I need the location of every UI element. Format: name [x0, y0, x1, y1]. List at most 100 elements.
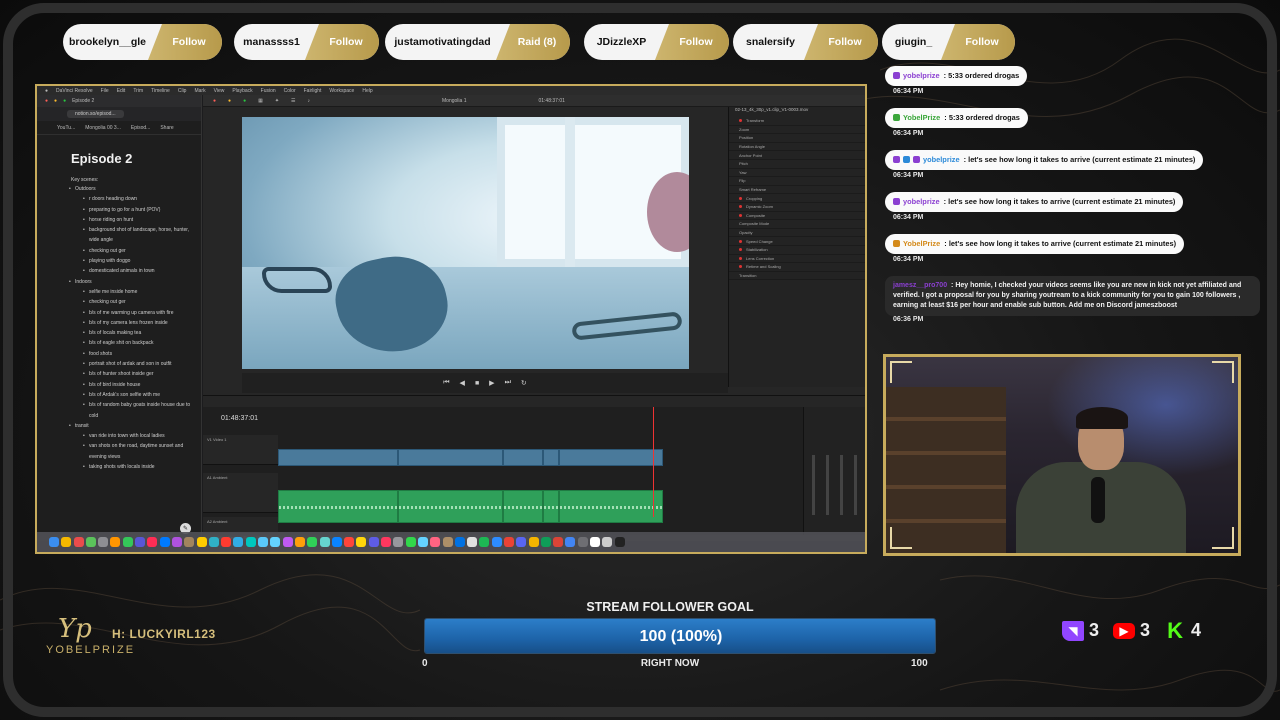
dock-app-icon[interactable]	[393, 537, 404, 547]
bookmark[interactable]: Mongolia 00 3...	[85, 125, 121, 131]
chat-username[interactable]: yobelprize	[903, 197, 940, 206]
menu-item[interactable]: Mark	[194, 88, 205, 94]
inspector-row[interactable]: Rotation Angle	[729, 143, 865, 152]
menu-item[interactable]: Timeline	[151, 88, 170, 94]
menu-item[interactable]: DaVinci Resolve	[56, 88, 93, 94]
inspector-row[interactable]: Opacity	[729, 229, 865, 238]
dock-app-icon[interactable]	[61, 537, 72, 547]
dock-app-icon[interactable]	[553, 537, 564, 547]
track-header-a1[interactable]: A1 Ambient	[203, 473, 278, 513]
dock-app-icon[interactable]	[528, 537, 539, 547]
dock-app-icon[interactable]	[85, 537, 96, 547]
bookmark[interactable]: YouTu...	[57, 125, 75, 131]
dock-app-icon[interactable]	[442, 537, 453, 547]
bookmark[interactable]: Episod...	[131, 125, 150, 131]
audio-clip[interactable]	[559, 490, 663, 523]
dock-app-icon[interactable]	[565, 537, 576, 547]
video-clip[interactable]	[543, 449, 559, 466]
dock-app-icon[interactable]	[614, 537, 625, 547]
inspector-row[interactable]: Composite Mode	[729, 220, 865, 229]
dock-app-icon[interactable]	[221, 537, 232, 547]
menu-item[interactable]: Edit	[117, 88, 126, 94]
effects-button[interactable]: ✦	[275, 98, 279, 104]
menu-item[interactable]: View	[214, 88, 225, 94]
inspector-row[interactable]: Retime and Scaling	[729, 263, 865, 272]
dock-app-icon[interactable]	[208, 537, 219, 547]
dock-app-icon[interactable]	[368, 537, 379, 547]
track-header-v1[interactable]: V1 Video 1	[203, 435, 278, 465]
dock-app-icon[interactable]	[196, 537, 207, 547]
dock-app-icon[interactable]	[467, 537, 478, 547]
chat-username[interactable]: YobelPrize	[903, 113, 940, 122]
play-reverse-icon[interactable]: ◀	[460, 379, 465, 387]
sound-library-button[interactable]: ♪	[308, 98, 311, 104]
dock-app-icon[interactable]	[381, 537, 392, 547]
dock-app-icon[interactable]	[491, 537, 502, 547]
inspector-row[interactable]: Position	[729, 134, 865, 143]
dock-app-icon[interactable]	[73, 537, 84, 547]
menu-item[interactable]: Trim	[133, 88, 143, 94]
dock-app-icon[interactable]	[270, 537, 281, 547]
inspector-row[interactable]: Cropping	[729, 194, 865, 203]
mixer-fader[interactable]	[826, 455, 829, 515]
dock-app-icon[interactable]	[479, 537, 490, 547]
audio-clip[interactable]	[503, 490, 543, 523]
dock-app-icon[interactable]	[344, 537, 355, 547]
playhead[interactable]	[653, 407, 654, 517]
dock-app-icon[interactable]	[184, 537, 195, 547]
apple-icon[interactable]: ●	[45, 88, 48, 94]
dock-app-icon[interactable]	[417, 537, 428, 547]
inspector-row[interactable]: Speed Change	[729, 237, 865, 246]
browser-tab[interactable]: Episode 2	[72, 98, 94, 104]
dock-app-icon[interactable]	[602, 537, 613, 547]
address-bar[interactable]: notion.so/episod...	[37, 107, 201, 121]
menu-item[interactable]: Playback	[232, 88, 252, 94]
inspector-row[interactable]: Zoom	[729, 126, 865, 135]
dock-app-icon[interactable]	[307, 537, 318, 547]
dock-app-icon[interactable]	[245, 537, 256, 547]
dock-app-icon[interactable]	[258, 537, 269, 547]
dock-app-icon[interactable]	[319, 537, 330, 547]
dock-app-icon[interactable]	[356, 537, 367, 547]
dock-app-icon[interactable]	[590, 537, 601, 547]
menu-item[interactable]: Color	[284, 88, 296, 94]
mixer-fader[interactable]	[854, 455, 857, 515]
dock-app-icon[interactable]	[454, 537, 465, 547]
skip-back-icon[interactable]: ⏮	[443, 379, 449, 387]
mixer-fader[interactable]	[840, 455, 843, 515]
inspector-row[interactable]: Smart Reframe	[729, 186, 865, 195]
skip-forward-icon[interactable]: ⏭	[505, 379, 511, 387]
menu-item[interactable]: Help	[362, 88, 372, 94]
menu-item[interactable]: Workspace	[329, 88, 354, 94]
dock-app-icon[interactable]	[294, 537, 305, 547]
track-header-a2[interactable]: A2 Ambient	[203, 517, 278, 533]
menu-item[interactable]: Fairlight	[304, 88, 322, 94]
menu-item[interactable]: File	[101, 88, 109, 94]
chat-username[interactable]: jamesz__pro700	[893, 282, 947, 289]
dock-app-icon[interactable]	[331, 537, 342, 547]
index-button[interactable]: ☰	[291, 98, 295, 104]
dock-app-icon[interactable]	[430, 537, 441, 547]
timeline[interactable]: 01:48:37:01 V1 Video 1 A1 Ambient A2 Amb…	[203, 407, 803, 535]
chat-username[interactable]: yobelprize	[923, 155, 960, 164]
chat-username[interactable]: YobelPrize	[903, 239, 940, 248]
dock-app-icon[interactable]	[110, 537, 121, 547]
inspector-row[interactable]: Transition	[729, 272, 865, 281]
mixer-fader[interactable]	[812, 455, 815, 515]
media-pool-button[interactable]: ▦	[258, 98, 263, 104]
video-clip[interactable]	[503, 449, 543, 466]
dock-app-icon[interactable]	[135, 537, 146, 547]
audio-clip[interactable]	[278, 490, 398, 523]
dock-app-icon[interactable]	[405, 537, 416, 547]
inspector-row[interactable]: Anchor Point	[729, 151, 865, 160]
dock-app-icon[interactable]	[49, 537, 59, 547]
dock-app-icon[interactable]	[516, 537, 527, 547]
inspector-row[interactable]: Transform	[729, 117, 865, 126]
audio-clip[interactable]	[543, 490, 559, 523]
dock-app-icon[interactable]	[98, 537, 109, 547]
video-clip[interactable]	[559, 449, 663, 466]
dock-app-icon[interactable]	[122, 537, 133, 547]
dock-app-icon[interactable]	[577, 537, 588, 547]
inspector-row[interactable]: Flip	[729, 177, 865, 186]
dock-app-icon[interactable]	[503, 537, 514, 547]
